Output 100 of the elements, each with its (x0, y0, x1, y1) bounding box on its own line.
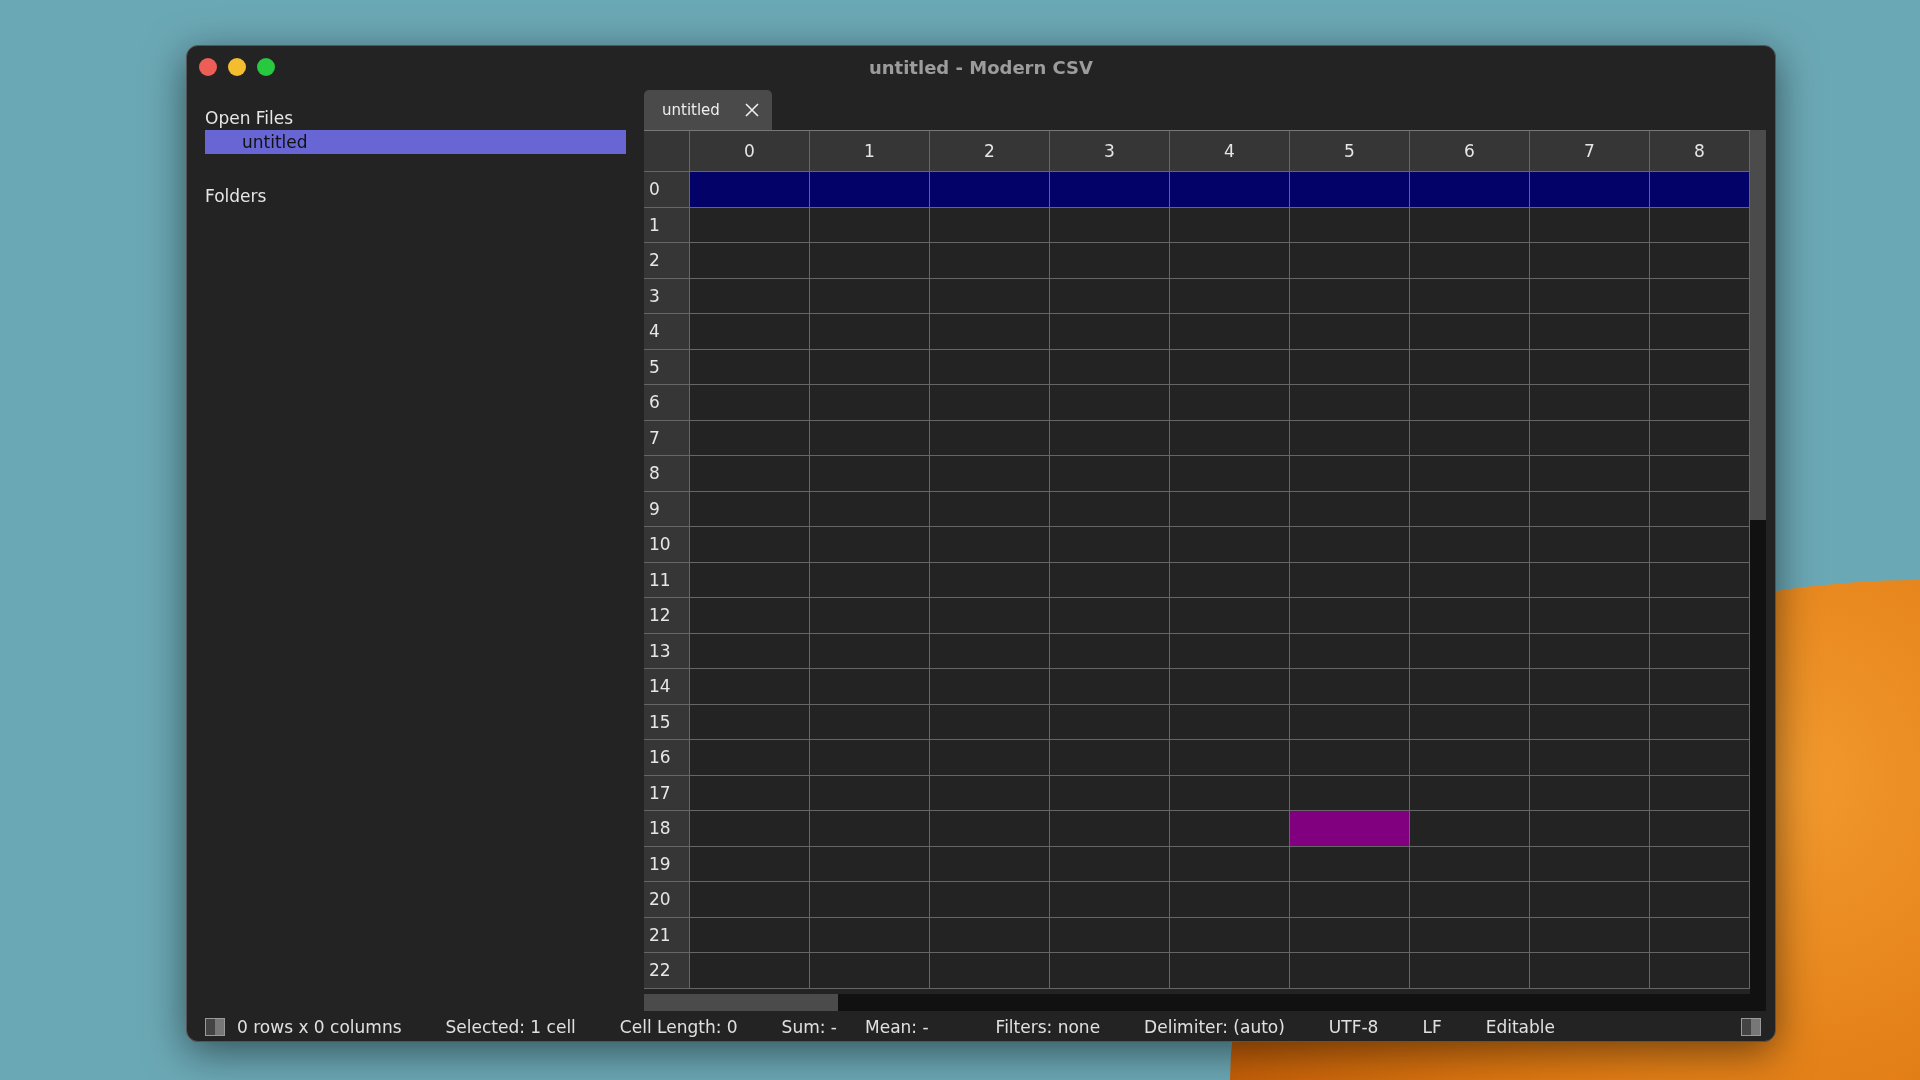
table-cell[interactable] (810, 314, 930, 350)
table-cell[interactable] (1170, 775, 1290, 811)
table-cell[interactable] (1050, 740, 1170, 776)
table-cell[interactable] (1650, 704, 1750, 740)
table-cell[interactable] (1170, 420, 1290, 456)
table-cell[interactable] (1410, 491, 1530, 527)
table-cell[interactable] (690, 420, 810, 456)
table-cell[interactable] (1050, 491, 1170, 527)
table-cell[interactable] (1530, 775, 1650, 811)
table-cell[interactable] (690, 349, 810, 385)
table-cell[interactable] (1650, 456, 1750, 492)
table-cell[interactable] (930, 598, 1050, 634)
table-cell[interactable] (690, 669, 810, 705)
row-header[interactable]: 21 (644, 917, 690, 953)
table-cell[interactable] (1170, 562, 1290, 598)
table-cell[interactable] (810, 633, 930, 669)
table-cell[interactable] (1290, 527, 1410, 563)
table-cell[interactable] (1290, 562, 1410, 598)
table-cell[interactable] (1170, 385, 1290, 421)
table-cell[interactable] (810, 704, 930, 740)
table-cell[interactable] (1650, 917, 1750, 953)
table-cell[interactable] (1650, 278, 1750, 314)
table-cell[interactable] (1170, 598, 1290, 634)
column-header[interactable]: 2 (930, 131, 1050, 172)
table-cell[interactable] (1650, 633, 1750, 669)
row-header[interactable]: 17 (644, 775, 690, 811)
table-cell[interactable] (930, 740, 1050, 776)
table-cell[interactable] (1050, 172, 1170, 208)
table-cell[interactable] (810, 349, 930, 385)
table-cell[interactable] (930, 207, 1050, 243)
row-header[interactable]: 20 (644, 882, 690, 918)
table-cell[interactable] (1530, 846, 1650, 882)
table-cell[interactable] (1170, 917, 1290, 953)
column-header[interactable]: 0 (690, 131, 810, 172)
panel-toggle-icon[interactable] (1741, 1018, 1761, 1036)
table-cell[interactable] (1290, 953, 1410, 989)
table-cell[interactable] (1410, 704, 1530, 740)
row-header[interactable]: 10 (644, 527, 690, 563)
row-header[interactable]: 2 (644, 243, 690, 279)
table-cell[interactable] (930, 243, 1050, 279)
table-cell[interactable] (1530, 811, 1650, 847)
table-cell[interactable] (810, 527, 930, 563)
column-header[interactable]: 6 (1410, 131, 1530, 172)
table-cell[interactable] (1290, 207, 1410, 243)
table-cell[interactable] (810, 172, 930, 208)
table-cell[interactable] (1170, 882, 1290, 918)
table-cell[interactable] (1170, 669, 1290, 705)
table-cell[interactable] (810, 917, 930, 953)
file-tab[interactable]: untitled (644, 90, 772, 130)
table-cell[interactable] (1530, 740, 1650, 776)
table-cell[interactable] (1650, 491, 1750, 527)
table-cell[interactable] (1290, 243, 1410, 279)
table-cell[interactable] (1050, 420, 1170, 456)
table-cell[interactable] (690, 207, 810, 243)
table-cell[interactable] (1650, 811, 1750, 847)
table-cell[interactable] (1050, 243, 1170, 279)
row-header[interactable]: 11 (644, 562, 690, 598)
table-cell[interactable] (1290, 598, 1410, 634)
minimize-button[interactable] (228, 58, 246, 76)
table-cell[interactable] (1410, 740, 1530, 776)
table-cell[interactable] (1290, 917, 1410, 953)
row-header[interactable]: 4 (644, 314, 690, 350)
row-header[interactable]: 9 (644, 491, 690, 527)
row-header[interactable]: 18 (644, 811, 690, 847)
sidebar-toggle-icon[interactable] (205, 1018, 225, 1036)
table-cell[interactable] (1410, 775, 1530, 811)
row-header[interactable]: 6 (644, 385, 690, 421)
table-cell[interactable] (930, 882, 1050, 918)
horizontal-scrollbar[interactable] (644, 994, 1750, 1011)
table-cell[interactable] (1290, 704, 1410, 740)
select-all-corner[interactable] (644, 131, 690, 172)
table-cell[interactable] (1290, 491, 1410, 527)
table-cell[interactable] (1170, 704, 1290, 740)
table-cell[interactable] (1290, 669, 1410, 705)
table-cell[interactable] (690, 491, 810, 527)
table-cell[interactable] (930, 527, 1050, 563)
table-cell[interactable] (930, 172, 1050, 208)
table-cell[interactable] (1050, 385, 1170, 421)
table-cell[interactable] (1530, 491, 1650, 527)
table-cell[interactable] (1530, 243, 1650, 279)
table-cell[interactable] (810, 385, 930, 421)
table-cell[interactable] (810, 882, 930, 918)
table-cell[interactable] (690, 846, 810, 882)
table-cell[interactable] (1410, 456, 1530, 492)
table-cell[interactable] (1170, 278, 1290, 314)
vertical-scrollbar[interactable] (1750, 130, 1766, 1011)
table-cell[interactable] (1530, 633, 1650, 669)
table-cell[interactable] (1170, 314, 1290, 350)
table-cell[interactable] (1050, 562, 1170, 598)
row-header[interactable]: 1 (644, 207, 690, 243)
table-cell[interactable] (1170, 349, 1290, 385)
table-cell[interactable] (1530, 882, 1650, 918)
table-cell[interactable] (1170, 172, 1290, 208)
table-cell[interactable] (1530, 669, 1650, 705)
table-cell[interactable] (930, 669, 1050, 705)
row-header[interactable]: 13 (644, 633, 690, 669)
row-header[interactable]: 14 (644, 669, 690, 705)
table-cell[interactable] (690, 740, 810, 776)
table-cell[interactable] (1650, 775, 1750, 811)
table-cell[interactable] (1410, 172, 1530, 208)
